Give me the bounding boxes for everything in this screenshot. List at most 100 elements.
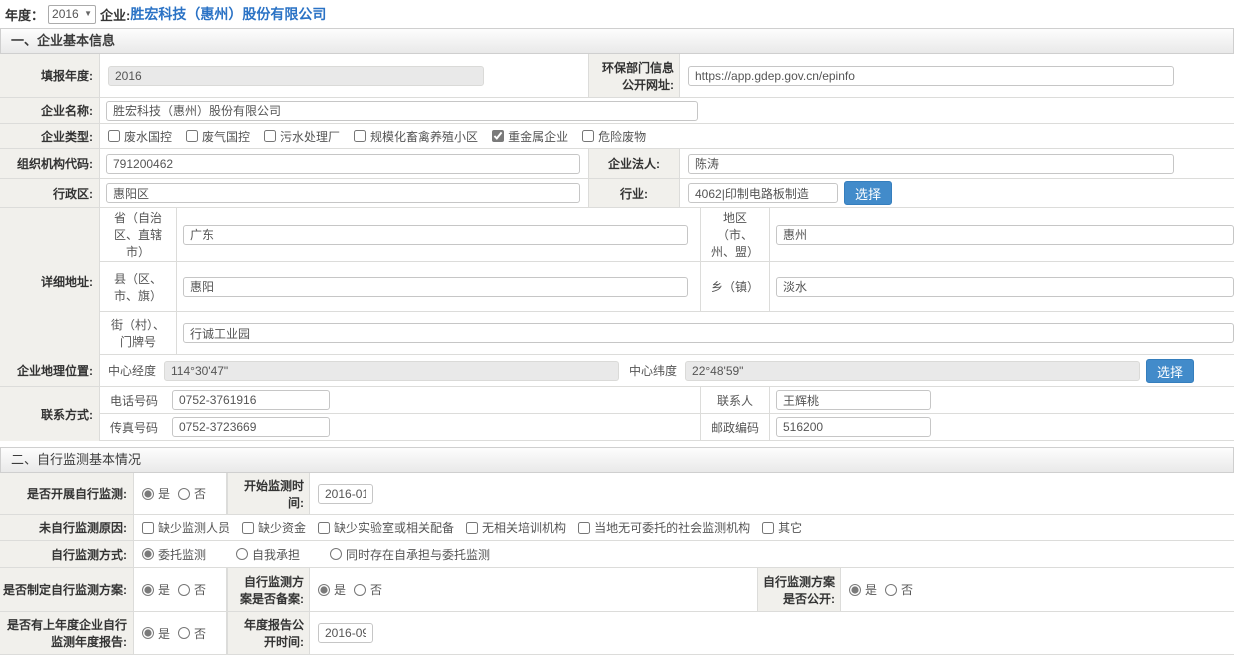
radio-plan-filed-no[interactable] bbox=[354, 584, 366, 596]
radio-has-report-no[interactable] bbox=[178, 627, 190, 639]
basic-info-table: 填报年度: 环保部门信息公开网址: 企业名称: 企业类型: 废水国控 废气国控 … bbox=[0, 54, 1234, 441]
street-input[interactable] bbox=[183, 323, 1234, 343]
checkbox-no-reason-0[interactable] bbox=[142, 522, 154, 534]
form-row-company-type: 企业类型: 废水国控 废气国控 污水处理厂 规模化畜禽养殖小区 重金属企业 危险… bbox=[0, 124, 1234, 149]
address-label: 详细地址: bbox=[0, 208, 100, 355]
radio-label: 自我承担 bbox=[252, 546, 300, 563]
form-row-no-reason: 未自行监测原因: 缺少监测人员 缺少资金 缺少实验室或相关配备 无相关培训机构 … bbox=[0, 515, 1234, 541]
phone-input[interactable] bbox=[172, 390, 330, 410]
province-label: 省（自治区、直辖市） bbox=[100, 208, 177, 261]
industry-input[interactable] bbox=[688, 183, 838, 203]
checkbox-no-reason-5[interactable] bbox=[762, 522, 774, 534]
legal-person-input[interactable] bbox=[688, 154, 1174, 174]
report-time-label: 年度报告公开时间: bbox=[227, 612, 310, 654]
region-input[interactable] bbox=[776, 225, 1234, 245]
checkbox-no-reason-2[interactable] bbox=[318, 522, 330, 534]
radio-label-yes: 是 bbox=[334, 581, 346, 598]
radio-label: 同时存在自承担与委托监测 bbox=[346, 546, 490, 563]
fill-year-input[interactable] bbox=[108, 66, 484, 86]
radio-carry-out-no[interactable] bbox=[178, 488, 190, 500]
checkbox-label: 危险废物 bbox=[598, 128, 646, 145]
radio-label-yes: 是 bbox=[865, 581, 877, 598]
env-url-input[interactable] bbox=[688, 66, 1174, 86]
fax-input[interactable] bbox=[172, 417, 330, 437]
checkbox-no-reason-4[interactable] bbox=[578, 522, 590, 534]
contact-person-input[interactable] bbox=[776, 390, 931, 410]
checkbox-label: 缺少资金 bbox=[258, 519, 306, 536]
checkbox-company-type-5[interactable] bbox=[582, 130, 594, 142]
checkbox-company-type-1[interactable] bbox=[186, 130, 198, 142]
legal-person-label: 企业法人: bbox=[588, 149, 680, 178]
form-row-company-name: 企业名称: bbox=[0, 98, 1234, 124]
radio-method-0[interactable] bbox=[142, 548, 154, 560]
industry-select-button[interactable]: 选择 bbox=[844, 181, 892, 205]
form-row-fill-year: 填报年度: 环保部门信息公开网址: bbox=[0, 54, 1234, 98]
radio-plan-public-yes[interactable] bbox=[849, 584, 861, 596]
district-label: 行政区: bbox=[0, 179, 100, 207]
town-input[interactable] bbox=[776, 277, 1234, 297]
zip-input[interactable] bbox=[776, 417, 931, 437]
checkbox-label: 其它 bbox=[778, 519, 802, 536]
form-row-org-code: 组织机构代码: 企业法人: bbox=[0, 149, 1234, 179]
radio-label-no: 否 bbox=[194, 485, 206, 502]
start-time-input[interactable] bbox=[318, 484, 373, 504]
contact-person-label: 联系人 bbox=[700, 387, 770, 413]
radio-plan-public-no[interactable] bbox=[885, 584, 897, 596]
geo-select-button[interactable]: 选择 bbox=[1146, 359, 1194, 383]
radio-has-report-yes[interactable] bbox=[142, 627, 154, 639]
checkbox-company-type-0[interactable] bbox=[108, 130, 120, 142]
radio-method-1[interactable] bbox=[236, 548, 248, 560]
checkbox-company-type-4[interactable] bbox=[492, 130, 504, 142]
has-report-label: 是否有上年度企业自行监测年度报告: bbox=[0, 612, 134, 654]
region-label: 地区（市、州、盟） bbox=[700, 208, 770, 261]
radio-method-2[interactable] bbox=[330, 548, 342, 560]
radio-carry-out-yes[interactable] bbox=[142, 488, 154, 500]
checkbox-company-type-2[interactable] bbox=[264, 130, 276, 142]
start-time-label: 开始监测时间: bbox=[227, 473, 310, 514]
report-time-input[interactable] bbox=[318, 623, 373, 643]
province-input[interactable] bbox=[183, 225, 688, 245]
fill-year-label: 填报年度: bbox=[0, 54, 100, 97]
radio-label-yes: 是 bbox=[158, 625, 170, 642]
county-input[interactable] bbox=[183, 277, 688, 297]
section2-header: 二、自行监测基本情况 bbox=[0, 447, 1234, 473]
company-name-input[interactable] bbox=[106, 101, 698, 121]
form-row-geo: 企业地理位置: 中心经度 中心纬度 选择 bbox=[0, 355, 1234, 387]
org-code-input[interactable] bbox=[106, 154, 580, 174]
form-row-contact: 联系方式: 电话号码 联系人 传真号码 邮政编码 bbox=[0, 387, 1234, 441]
checkbox-label: 缺少监测人员 bbox=[158, 519, 230, 536]
radio-has-plan-yes[interactable] bbox=[142, 584, 154, 596]
checkbox-label: 废水国控 bbox=[124, 128, 172, 145]
section1-header: 一、企业基本信息 bbox=[0, 28, 1234, 54]
street-label: 街（村）、门牌号 bbox=[100, 312, 177, 354]
radio-plan-filed-yes[interactable] bbox=[318, 584, 330, 596]
year-select-value: 2016 bbox=[52, 7, 79, 21]
radio-label-no: 否 bbox=[194, 581, 206, 598]
plan-filed-label: 自行监测方案是否备案: bbox=[227, 568, 310, 611]
company-type-label: 企业类型: bbox=[0, 124, 100, 148]
latitude-input[interactable] bbox=[685, 361, 1140, 381]
checkbox-label: 废气国控 bbox=[202, 128, 250, 145]
longitude-input[interactable] bbox=[164, 361, 619, 381]
self-monitoring-table: 是否开展自行监测: 是 否 开始监测时间: 未自行监测原因: 缺少监测人员 缺少… bbox=[0, 473, 1234, 655]
checkbox-no-reason-1[interactable] bbox=[242, 522, 254, 534]
company-name-label: 企业名称: bbox=[0, 98, 100, 123]
radio-label-yes: 是 bbox=[158, 581, 170, 598]
radio-has-plan-no[interactable] bbox=[178, 584, 190, 596]
company-link[interactable]: 胜宏科技（惠州）股份有限公司 bbox=[130, 4, 326, 24]
checkbox-company-type-3[interactable] bbox=[354, 130, 366, 142]
checkbox-label: 规模化畜禽养殖小区 bbox=[370, 128, 478, 145]
district-input[interactable] bbox=[106, 183, 580, 203]
checkbox-no-reason-3[interactable] bbox=[466, 522, 478, 534]
form-row-report: 是否有上年度企业自行监测年度报告: 是 否 年度报告公开时间: bbox=[0, 612, 1234, 655]
industry-label: 行业: bbox=[588, 179, 680, 207]
radio-label-yes: 是 bbox=[158, 485, 170, 502]
checkbox-label: 无相关培训机构 bbox=[482, 519, 566, 536]
year-select[interactable]: 2016 ▼ bbox=[48, 5, 96, 24]
org-code-label: 组织机构代码: bbox=[0, 149, 100, 178]
year-label: 年度： bbox=[5, 5, 44, 24]
form-row-method: 自行监测方式: 委托监测 自我承担 同时存在自承担与委托监测 bbox=[0, 541, 1234, 568]
radio-label-no: 否 bbox=[901, 581, 913, 598]
form-row-carry-out: 是否开展自行监测: 是 否 开始监测时间: bbox=[0, 473, 1234, 515]
contact-label: 联系方式: bbox=[0, 387, 100, 441]
